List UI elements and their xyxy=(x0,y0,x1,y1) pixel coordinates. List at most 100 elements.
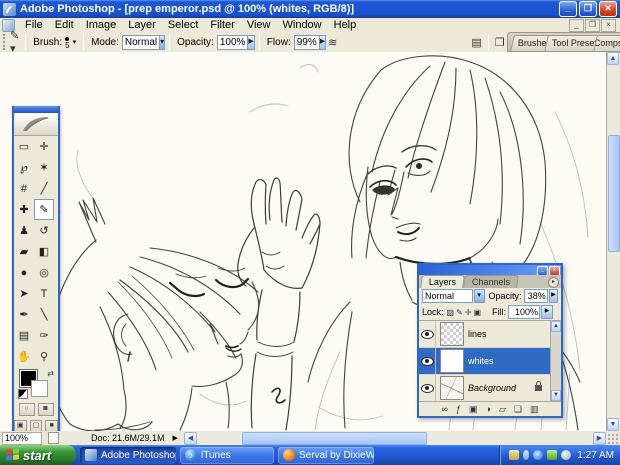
layer-fill-input[interactable]: 100% xyxy=(508,305,541,319)
menu-select[interactable]: Select xyxy=(162,19,205,31)
tool-history-brush[interactable]: ↺ xyxy=(34,220,54,241)
layer-row-background[interactable]: Background xyxy=(419,375,550,401)
delete-layer-icon[interactable]: ▥ xyxy=(530,403,539,415)
well-tab-layer-comps[interactable]: Layer Comps xyxy=(592,35,620,51)
new-group-icon[interactable]: ▱ xyxy=(499,403,506,415)
file-browser-icon[interactable]: ▤ xyxy=(471,36,481,49)
tool-hand[interactable]: ✋ xyxy=(14,346,34,367)
tool-pen[interactable]: ✒ xyxy=(14,304,34,325)
menu-file[interactable]: File xyxy=(19,19,49,31)
menu-edit[interactable]: Edit xyxy=(49,19,80,31)
lock-position-icon[interactable]: ✛ xyxy=(465,308,472,317)
status-menu-arrow-icon[interactable]: ▶ xyxy=(173,434,178,442)
tool-lasso[interactable]: ℘ xyxy=(14,157,34,178)
layer-thumbnail[interactable] xyxy=(440,376,464,400)
photoshop-feather-logo[interactable] xyxy=(14,113,58,136)
blend-mode-arrow-icon[interactable]: ▾ xyxy=(473,289,485,303)
menu-help[interactable]: Help xyxy=(328,19,363,31)
opacity-slider-arrow-icon[interactable]: ▶ xyxy=(247,34,255,50)
flow-slider-arrow-icon[interactable]: ▶ xyxy=(318,34,327,50)
tray-update-icon[interactable] xyxy=(523,450,530,460)
menu-view[interactable]: View xyxy=(241,19,277,31)
scroll-right-arrow-icon[interactable]: ▶ xyxy=(593,431,606,445)
tool-gradient-paint-bucket[interactable]: ◧ xyxy=(34,241,54,262)
brush-dropdown-arrow-icon[interactable]: ▾ xyxy=(73,38,77,46)
tab-channels[interactable]: Channels xyxy=(463,275,519,288)
tool-clone-stamp[interactable]: ♟ xyxy=(14,220,34,241)
scroll-up-arrow-icon[interactable]: ▲ xyxy=(607,52,619,65)
vertical-scroll-thumb[interactable] xyxy=(608,135,620,252)
options-grip[interactable] xyxy=(3,34,5,50)
visibility-toggle[interactable] xyxy=(419,375,436,401)
toolbox-titlebar[interactable] xyxy=(14,106,58,113)
menu-window[interactable]: Window xyxy=(277,19,328,31)
tool-type[interactable]: T xyxy=(34,283,54,304)
tool-eraser[interactable]: ▰ xyxy=(14,241,34,262)
tray-hide-icons-chevron-icon[interactable]: ‹ xyxy=(533,450,544,460)
scroll-left-arrow-icon[interactable]: ◀ xyxy=(183,431,197,445)
airbrush-icon[interactable]: ≋ xyxy=(328,36,337,49)
flow-input[interactable]: 99% xyxy=(293,34,320,50)
add-layer-mask-icon[interactable]: ▣ xyxy=(469,403,478,415)
layer-fill-arrow-icon[interactable]: ▶ xyxy=(541,305,554,319)
well-tab-tool-presets[interactable]: Tool Presets xyxy=(544,35,601,51)
tool-crop[interactable]: # xyxy=(14,178,34,199)
opacity-input[interactable]: 100% xyxy=(216,34,249,50)
layer-thumbnail[interactable] xyxy=(440,349,464,373)
tool-notes[interactable]: ▤ xyxy=(14,325,34,346)
layers-scrollbar[interactable]: ▲ ▼ xyxy=(550,321,561,401)
go-to-bridge-icon[interactable]: ❐ xyxy=(495,36,505,49)
tray-messenger-icon[interactable] xyxy=(547,450,558,460)
layer-opacity-input[interactable]: 38% xyxy=(523,289,548,303)
layer-style-icon[interactable]: ƒ xyxy=(456,403,461,415)
doc-restore-button[interactable]: ❐ xyxy=(585,18,600,32)
tool-zoom-tool[interactable]: ⚲ xyxy=(34,346,54,367)
tool-eyedropper[interactable]: ✑ xyxy=(34,325,54,346)
task-button-1[interactable]: Adobe Photoshop - [... xyxy=(80,446,176,464)
horizontal-scrollbar[interactable]: ◀ ▶ xyxy=(183,431,620,445)
menu-filter[interactable]: Filter xyxy=(204,19,240,31)
start-button[interactable]: start xyxy=(0,445,76,465)
blend-mode-select[interactable]: Normal xyxy=(422,289,473,303)
tool-magic-wand[interactable]: ✶ xyxy=(34,157,54,178)
mode-select-arrow-icon[interactable]: ▾ xyxy=(159,34,166,50)
visibility-toggle[interactable] xyxy=(419,321,436,347)
background-color-swatch[interactable] xyxy=(31,380,48,397)
lock-all-icon[interactable]: ▣ xyxy=(473,308,481,317)
tool-healing-brush[interactable]: ✚ xyxy=(14,199,34,220)
new-layer-icon[interactable]: ❏ xyxy=(514,403,522,415)
tool-blur[interactable]: ● xyxy=(14,262,34,283)
tray-search-icon[interactable] xyxy=(561,450,572,460)
resize-grip[interactable] xyxy=(606,431,620,445)
tool-move[interactable]: ✛ xyxy=(34,136,54,157)
doc-close-button[interactable]: × xyxy=(601,18,616,32)
layer-row-lines[interactable]: lines xyxy=(419,321,550,348)
swap-colors-icon[interactable]: ⇄ xyxy=(47,369,54,378)
scroll-down-arrow-icon[interactable]: ▼ xyxy=(607,418,619,431)
lock-transparency-icon[interactable]: ▨ xyxy=(447,308,455,317)
tool-brush[interactable]: ✎ xyxy=(34,199,54,220)
zoom-level-input[interactable]: 100% xyxy=(2,431,42,445)
tray-ime-icon[interactable] xyxy=(509,450,520,460)
link-layers-icon[interactable]: ∞ xyxy=(442,403,448,415)
tool-slice[interactable]: ╱ xyxy=(34,178,54,199)
layers-palette-titlebar[interactable]: _ x xyxy=(419,265,561,276)
close-button[interactable]: ✕ xyxy=(599,1,617,17)
tool-path-selection[interactable]: ➤ xyxy=(14,283,34,304)
tool-line-shape[interactable]: ╲ xyxy=(34,304,54,325)
menu-layer[interactable]: Layer xyxy=(122,19,162,31)
layer-thumbnail[interactable] xyxy=(440,322,464,346)
layer-opacity-arrow-icon[interactable]: ▶ xyxy=(548,289,558,303)
default-colors-icon[interactable] xyxy=(18,389,28,399)
mode-select[interactable]: Normal xyxy=(121,34,161,50)
quick-mask-mode-button[interactable]: ◙ xyxy=(37,403,54,416)
lock-pixels-icon[interactable]: ✎ xyxy=(456,308,463,317)
layer-row-whites[interactable]: whites xyxy=(419,348,550,375)
scroll-up-icon[interactable]: ▲ xyxy=(551,321,561,332)
adjustment-layer-icon[interactable]: ◑ xyxy=(486,403,491,415)
vertical-scrollbar[interactable]: ▲ ▼ xyxy=(606,52,620,431)
restore-button[interactable]: ❐ xyxy=(579,1,597,17)
menu-image[interactable]: Image xyxy=(80,19,123,31)
palette-menu-icon[interactable]: ▸ xyxy=(548,277,559,288)
task-button-2[interactable]: ♪ iTunes xyxy=(180,446,274,464)
